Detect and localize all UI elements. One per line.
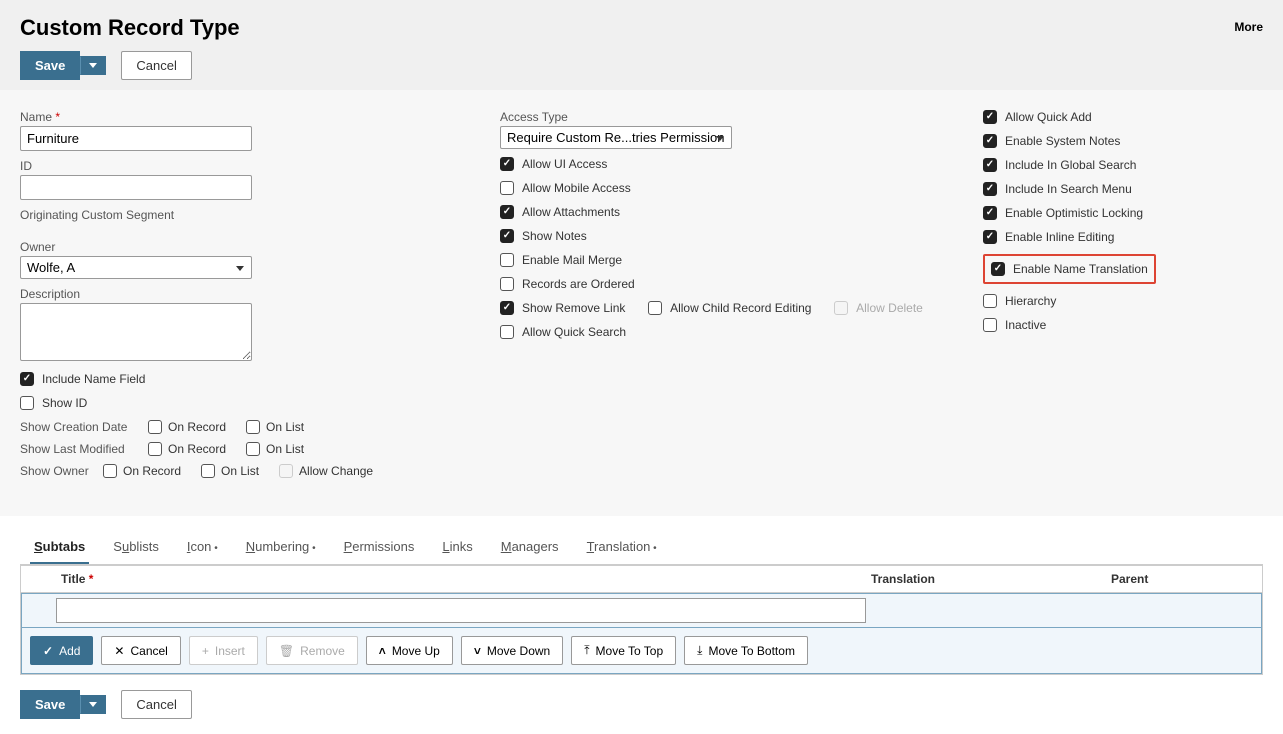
arrow-bottom-icon — [697, 643, 702, 658]
tab-links[interactable]: Links — [438, 531, 476, 564]
allow-quick-search-checkbox[interactable] — [500, 325, 514, 339]
enable-optimistic-locking-checkbox[interactable] — [983, 206, 997, 220]
name-label: Name — [20, 110, 460, 124]
enable-inline-editing-checkbox[interactable] — [983, 230, 997, 244]
footer-cancel-button[interactable]: Cancel — [121, 690, 191, 719]
show-id-checkbox[interactable] — [20, 396, 34, 410]
move-top-button[interactable]: Move To Top — [571, 636, 676, 665]
move-up-button[interactable]: Move Up — [366, 636, 453, 665]
footer-save-dropdown-button[interactable] — [80, 695, 106, 714]
show-creation-date-label: Show Creation Date — [20, 420, 140, 434]
cancel-button[interactable]: Cancel — [121, 51, 191, 80]
page-title: Custom Record Type — [20, 15, 1263, 41]
creation-on-record-checkbox[interactable] — [148, 420, 162, 434]
plus-icon — [202, 644, 209, 658]
move-down-button[interactable]: Move Down — [461, 636, 563, 665]
column-1: Name ID Originating Custom Segment Owner… — [20, 110, 460, 496]
owner-on-list-checkbox[interactable] — [201, 464, 215, 478]
originating-custom-segment-label: Originating Custom Segment — [20, 208, 460, 222]
access-type-select[interactable]: Require Custom Re...tries Permission — [500, 126, 732, 149]
tab-managers[interactable]: Managers — [497, 531, 563, 564]
footer-save-button[interactable]: Save — [20, 690, 80, 719]
add-button[interactable]: Add — [30, 636, 93, 665]
show-remove-link-checkbox[interactable] — [500, 301, 514, 315]
chevron-down-icon — [89, 63, 97, 68]
enable-name-translation-checkbox[interactable] — [991, 262, 1005, 276]
id-input[interactable] — [20, 175, 252, 200]
x-icon — [114, 644, 124, 658]
subtab-table: Title * Translation Parent Add Cancel In… — [20, 565, 1263, 675]
allow-child-edit-checkbox[interactable] — [648, 301, 662, 315]
col-translation-header: Translation — [861, 566, 1101, 592]
show-id-label: Show ID — [42, 396, 87, 410]
tab-translation[interactable]: Translation — [583, 531, 661, 564]
include-search-menu-checkbox[interactable] — [983, 182, 997, 196]
tab-bar: Subtabs Sublists Icon Numbering Permissi… — [20, 531, 1263, 565]
allow-mobile-access-checkbox[interactable] — [500, 181, 514, 195]
more-link[interactable]: More — [1234, 20, 1263, 34]
show-owner-label: Show Owner — [20, 464, 95, 478]
description-textarea[interactable] — [20, 303, 252, 361]
arrow-up-icon — [379, 644, 386, 658]
title-input[interactable] — [56, 598, 866, 623]
page-header: Custom Record Type More Save Cancel — [0, 0, 1283, 90]
move-bottom-button[interactable]: Move To Bottom — [684, 636, 808, 665]
save-dropdown-button[interactable] — [80, 56, 106, 75]
arrow-top-icon — [584, 643, 589, 658]
tab-numbering[interactable]: Numbering — [242, 531, 320, 564]
owner-label: Owner — [20, 240, 460, 254]
owner-allow-change-checkbox — [279, 464, 293, 478]
tabs-container: Subtabs Sublists Icon Numbering Permissi… — [20, 531, 1263, 675]
include-name-field-label: Include Name Field — [42, 372, 145, 386]
modified-on-record-checkbox[interactable] — [148, 442, 162, 456]
tab-sublists[interactable]: Sublists — [109, 531, 163, 564]
arrow-down-icon — [474, 644, 481, 658]
footer-button-row: Save Cancel — [0, 675, 1283, 734]
form-body: Name ID Originating Custom Segment Owner… — [0, 90, 1283, 516]
allow-attachments-checkbox[interactable] — [500, 205, 514, 219]
col-parent-header: Parent — [1101, 566, 1262, 592]
tab-permissions[interactable]: Permissions — [340, 531, 419, 564]
owner-on-record-checkbox[interactable] — [103, 464, 117, 478]
table-header: Title * Translation Parent — [21, 566, 1262, 593]
allow-delete-checkbox — [834, 301, 848, 315]
creation-on-list-checkbox[interactable] — [246, 420, 260, 434]
top-button-row: Save Cancel — [20, 51, 1263, 80]
insert-button: Insert — [189, 636, 258, 665]
description-label: Description — [20, 287, 460, 301]
allow-quick-add-checkbox[interactable] — [983, 110, 997, 124]
allow-ui-access-checkbox[interactable] — [500, 157, 514, 171]
col-title-header: Title * — [21, 566, 861, 592]
column-2: Access Type Require Custom Re...tries Pe… — [500, 110, 943, 496]
column-3: Allow Quick Add Enable System Notes Incl… — [983, 110, 1263, 496]
owner-select[interactable]: Wolfe, A — [20, 256, 252, 279]
name-input[interactable] — [20, 126, 252, 151]
table-actions: Add Cancel Insert Remove Move Up Move Do… — [21, 628, 1262, 674]
modified-on-list-checkbox[interactable] — [246, 442, 260, 456]
row-cancel-button[interactable]: Cancel — [101, 636, 180, 665]
enable-mail-merge-checkbox[interactable] — [500, 253, 514, 267]
include-global-search-checkbox[interactable] — [983, 158, 997, 172]
trash-icon — [279, 644, 294, 658]
include-name-field-checkbox[interactable] — [20, 372, 34, 386]
id-label: ID — [20, 159, 460, 173]
table-row-edit — [21, 593, 1262, 628]
enable-system-notes-checkbox[interactable] — [983, 134, 997, 148]
inactive-checkbox[interactable] — [983, 318, 997, 332]
enable-name-translation-highlight: Enable Name Translation — [983, 254, 1156, 284]
check-icon — [43, 644, 53, 658]
hierarchy-checkbox[interactable] — [983, 294, 997, 308]
save-button[interactable]: Save — [20, 51, 80, 80]
chevron-down-icon — [89, 702, 97, 707]
remove-button: Remove — [266, 636, 358, 665]
show-last-modified-label: Show Last Modified — [20, 442, 140, 456]
tab-subtabs[interactable]: Subtabs — [30, 531, 89, 564]
show-notes-checkbox[interactable] — [500, 229, 514, 243]
access-type-label: Access Type — [500, 110, 943, 124]
records-ordered-checkbox[interactable] — [500, 277, 514, 291]
tab-icon[interactable]: Icon — [183, 531, 222, 564]
